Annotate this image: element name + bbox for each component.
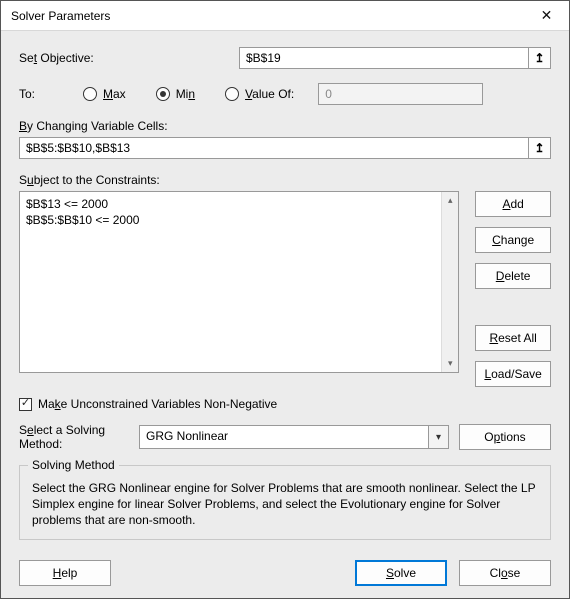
scroll-down-icon[interactable]: ▾ xyxy=(442,355,458,372)
objective-input[interactable] xyxy=(239,47,529,69)
to-radiogroup: Max Min Value Of: xyxy=(83,87,294,101)
method-row: Select a Solving Method: GRG Nonlinear ▾… xyxy=(19,423,551,451)
objective-ref-button[interactable]: ↥ xyxy=(529,47,551,69)
changing-label: By Changing Variable Cells: xyxy=(19,119,551,133)
options-button[interactable]: Options xyxy=(459,424,551,450)
constraint-buttons: Add Change Delete Reset All Load/Save xyxy=(475,191,551,387)
constraints-listbox[interactable]: $B$13 <= 2000 $B$5:$B$10 <= 2000 ▴ ▾ xyxy=(19,191,459,373)
delete-button[interactable]: Delete xyxy=(475,263,551,289)
help-button[interactable]: Help xyxy=(19,560,111,586)
reset-all-button[interactable]: Reset All xyxy=(475,325,551,351)
to-label: To: xyxy=(19,87,59,101)
close-icon[interactable]: ✕ xyxy=(524,1,569,31)
info-text: Select the GRG Nonlinear engine for Solv… xyxy=(32,480,538,529)
nonneg-checkbox[interactable] xyxy=(19,398,32,411)
solving-method-info: Solving Method Select the GRG Nonlinear … xyxy=(19,465,551,540)
dialog-body: Set Objective: ↥ To: Max Min Value Of: xyxy=(1,31,569,598)
radio-min[interactable]: Min xyxy=(156,87,195,101)
method-label: Select a Solving Method: xyxy=(19,423,129,451)
chevron-down-icon[interactable]: ▾ xyxy=(428,426,448,448)
solve-button[interactable]: Solve xyxy=(355,560,447,586)
collapse-icon: ↥ xyxy=(534,51,544,65)
radio-valueof-input[interactable] xyxy=(225,87,239,101)
objective-label: Set Objective: xyxy=(19,51,239,65)
list-item[interactable]: $B$13 <= 2000 xyxy=(26,196,452,212)
nonneg-label: Make Unconstrained Variables Non-Negativ… xyxy=(38,397,277,411)
radio-valueof[interactable]: Value Of: xyxy=(225,87,294,101)
to-row: To: Max Min Value Of: xyxy=(19,83,551,105)
nonneg-row[interactable]: Make Unconstrained Variables Non-Negativ… xyxy=(19,397,551,411)
load-save-button[interactable]: Load/Save xyxy=(475,361,551,387)
listbox-scrollbar[interactable]: ▴ ▾ xyxy=(441,192,458,372)
valueof-input xyxy=(318,83,483,105)
radio-max[interactable]: Max xyxy=(83,87,126,101)
radio-min-input[interactable] xyxy=(156,87,170,101)
footer: Help Solve Close xyxy=(19,554,551,586)
window-title: Solver Parameters xyxy=(11,9,110,23)
method-selected: GRG Nonlinear xyxy=(140,426,428,448)
titlebar: Solver Parameters ✕ xyxy=(1,1,569,31)
radio-max-input[interactable] xyxy=(83,87,97,101)
constraints-label: Subject to the Constraints: xyxy=(19,173,551,187)
list-item[interactable]: $B$5:$B$10 <= 2000 xyxy=(26,212,452,228)
change-button[interactable]: Change xyxy=(475,227,551,253)
close-button[interactable]: Close xyxy=(459,560,551,586)
info-legend: Solving Method xyxy=(28,458,119,472)
add-button[interactable]: Add xyxy=(475,191,551,217)
changing-ref-button[interactable]: ↥ xyxy=(529,137,551,159)
objective-row: Set Objective: ↥ xyxy=(19,47,551,69)
method-select[interactable]: GRG Nonlinear ▾ xyxy=(139,425,449,449)
changing-input[interactable] xyxy=(19,137,529,159)
collapse-icon: ↥ xyxy=(534,141,544,155)
constraints-area: $B$13 <= 2000 $B$5:$B$10 <= 2000 ▴ ▾ Add… xyxy=(19,191,551,387)
scroll-up-icon[interactable]: ▴ xyxy=(442,192,458,209)
